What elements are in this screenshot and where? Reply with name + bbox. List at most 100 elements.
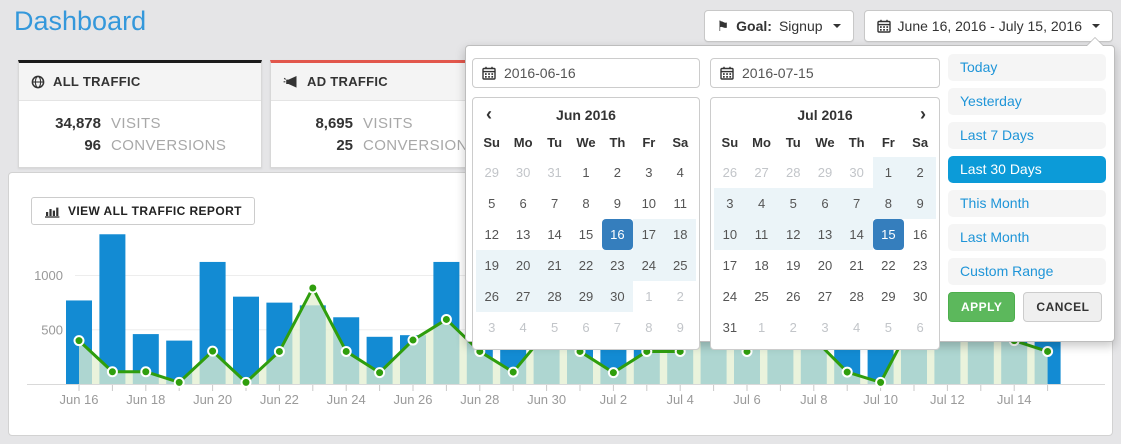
- day-cell[interactable]: 23: [904, 250, 936, 281]
- day-cell[interactable]: 29: [809, 157, 841, 188]
- day-cell[interactable]: 17: [633, 219, 664, 250]
- day-cell[interactable]: 29: [476, 157, 507, 188]
- day-cell[interactable]: 6: [507, 188, 538, 219]
- day-cell[interactable]: 29: [873, 281, 905, 312]
- day-cell[interactable]: 9: [665, 312, 696, 343]
- apply-button[interactable]: APPLY: [948, 292, 1015, 322]
- day-cell[interactable]: 30: [602, 281, 633, 312]
- day-cell[interactable]: 12: [476, 219, 507, 250]
- range-option-last-7-days[interactable]: Last 7 Days: [948, 122, 1106, 149]
- range-option-last-month[interactable]: Last Month: [948, 224, 1106, 251]
- day-cell[interactable]: 26: [714, 157, 746, 188]
- day-cell[interactable]: 17: [714, 250, 746, 281]
- day-cell[interactable]: 22: [873, 250, 905, 281]
- chevron-right-icon[interactable]: ›: [920, 102, 926, 127]
- day-cell[interactable]: 5: [539, 312, 570, 343]
- day-cell[interactable]: 4: [746, 188, 778, 219]
- day-cell[interactable]: 16: [904, 219, 936, 250]
- day-cell[interactable]: 11: [746, 219, 778, 250]
- day-cell[interactable]: 27: [507, 281, 538, 312]
- day-cell[interactable]: 2: [904, 157, 936, 188]
- day-cell[interactable]: 31: [714, 312, 746, 343]
- day-cell[interactable]: 26: [476, 281, 507, 312]
- day-cell[interactable]: 3: [633, 157, 664, 188]
- day-cell[interactable]: 18: [665, 219, 696, 250]
- chevron-left-icon[interactable]: ‹: [486, 102, 492, 127]
- day-cell[interactable]: 27: [746, 157, 778, 188]
- day-cell[interactable]: 10: [714, 219, 746, 250]
- day-cell[interactable]: 5: [873, 312, 905, 343]
- day-cell[interactable]: 4: [841, 312, 873, 343]
- day-cell[interactable]: 25: [746, 281, 778, 312]
- day-cell[interactable]: 28: [539, 281, 570, 312]
- day-cell[interactable]: 29: [570, 281, 601, 312]
- day-cell[interactable]: 12: [777, 219, 809, 250]
- goal-dropdown-button[interactable]: ⚑ Goal: Signup: [704, 10, 854, 42]
- day-cell[interactable]: 9: [904, 188, 936, 219]
- day-cell[interactable]: 24: [714, 281, 746, 312]
- day-cell[interactable]: 13: [507, 219, 538, 250]
- day-cell[interactable]: 4: [665, 157, 696, 188]
- day-cell[interactable]: 2: [665, 281, 696, 312]
- range-option-last-30-days[interactable]: Last 30 Days: [948, 156, 1106, 183]
- range-option-custom-range[interactable]: Custom Range: [948, 258, 1106, 285]
- day-cell[interactable]: 3: [714, 188, 746, 219]
- day-cell[interactable]: 6: [570, 312, 601, 343]
- day-cell[interactable]: 13: [809, 219, 841, 250]
- end-date-input[interactable]: [742, 65, 930, 81]
- range-option-today[interactable]: Today: [948, 54, 1106, 81]
- day-cell[interactable]: 31: [539, 157, 570, 188]
- day-cell[interactable]: 21: [539, 250, 570, 281]
- day-cell[interactable]: 30: [904, 281, 936, 312]
- day-cell[interactable]: 6: [904, 312, 936, 343]
- day-cell[interactable]: 8: [570, 188, 601, 219]
- day-cell[interactable]: 2: [777, 312, 809, 343]
- day-cell-selected[interactable]: 16: [602, 219, 633, 250]
- day-cell[interactable]: 4: [507, 312, 538, 343]
- day-cell[interactable]: 5: [777, 188, 809, 219]
- day-cell[interactable]: 26: [777, 281, 809, 312]
- day-cell[interactable]: 3: [476, 312, 507, 343]
- day-cell[interactable]: 8: [873, 188, 905, 219]
- day-cell[interactable]: 7: [539, 188, 570, 219]
- day-cell[interactable]: 20: [507, 250, 538, 281]
- cancel-button[interactable]: CANCEL: [1023, 292, 1102, 322]
- day-cell[interactable]: 1: [746, 312, 778, 343]
- day-cell[interactable]: 14: [841, 219, 873, 250]
- day-cell-selected[interactable]: 15: [873, 219, 905, 250]
- range-option-this-month[interactable]: This Month: [948, 190, 1106, 217]
- day-cell[interactable]: 9: [602, 188, 633, 219]
- day-cell[interactable]: 19: [476, 250, 507, 281]
- day-cell[interactable]: 3: [809, 312, 841, 343]
- day-cell[interactable]: 5: [476, 188, 507, 219]
- day-cell[interactable]: 1: [570, 157, 601, 188]
- day-cell[interactable]: 10: [633, 188, 664, 219]
- day-cell[interactable]: 18: [746, 250, 778, 281]
- day-cell[interactable]: 28: [777, 157, 809, 188]
- range-option-yesterday[interactable]: Yesterday: [948, 88, 1106, 115]
- day-cell[interactable]: 7: [841, 188, 873, 219]
- day-cell[interactable]: 11: [665, 188, 696, 219]
- day-cell[interactable]: 28: [841, 281, 873, 312]
- view-all-traffic-report-button[interactable]: VIEW ALL TRAFFIC REPORT: [31, 197, 255, 225]
- day-cell[interactable]: 20: [809, 250, 841, 281]
- day-cell[interactable]: 24: [633, 250, 664, 281]
- day-cell[interactable]: 1: [873, 157, 905, 188]
- day-cell[interactable]: 22: [570, 250, 601, 281]
- day-cell[interactable]: 30: [841, 157, 873, 188]
- day-cell[interactable]: 23: [602, 250, 633, 281]
- day-cell[interactable]: 14: [539, 219, 570, 250]
- day-cell[interactable]: 8: [633, 312, 664, 343]
- day-cell[interactable]: 25: [665, 250, 696, 281]
- day-cell[interactable]: 30: [507, 157, 538, 188]
- date-range-button[interactable]: June 16, 2016 - July 15, 2016: [864, 10, 1113, 42]
- start-date-input[interactable]: [504, 65, 690, 81]
- day-cell[interactable]: 15: [570, 219, 601, 250]
- day-cell[interactable]: 6: [809, 188, 841, 219]
- day-cell[interactable]: 27: [809, 281, 841, 312]
- day-cell[interactable]: 2: [602, 157, 633, 188]
- day-cell[interactable]: 19: [777, 250, 809, 281]
- day-cell[interactable]: 21: [841, 250, 873, 281]
- day-cell[interactable]: 7: [602, 312, 633, 343]
- day-cell[interactable]: 1: [633, 281, 664, 312]
